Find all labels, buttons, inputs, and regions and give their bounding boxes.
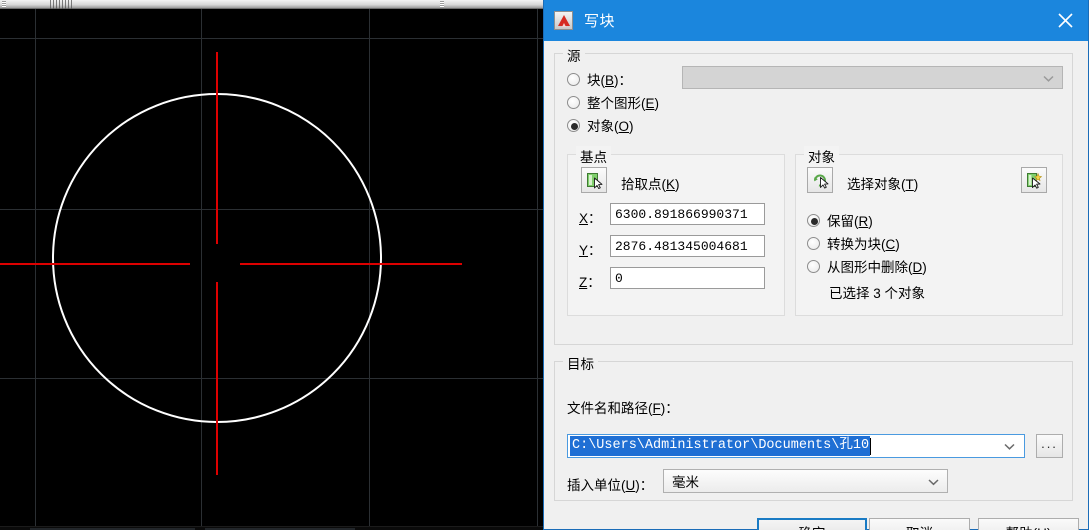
close-icon[interactable]	[1042, 0, 1088, 41]
center-grip-point[interactable]	[208, 255, 226, 273]
ok-button[interactable]: 确定	[757, 518, 867, 530]
selection-status-text: 已选择 3 个对象	[829, 286, 926, 301]
help-button[interactable]: 帮助(H)	[978, 518, 1079, 530]
write-block-dialog: 写块 源 块(B)： 整个图形(E) 对象(O) 基点 拾取点(K) X： 63…	[543, 0, 1089, 530]
basepoint-x-label: X：	[579, 211, 602, 226]
grid-line	[35, 0, 36, 530]
toolbar-grip[interactable]	[440, 1, 444, 8]
text-caret	[870, 437, 872, 455]
destination-group-legend: 目标	[563, 353, 598, 373]
destination-group: 目标 文件名和路径(F)： C:\Users\Administrator\Doc…	[554, 353, 1073, 501]
block-name-dropdown[interactable]	[682, 66, 1063, 89]
radio-label: 从图形中删除(D)	[827, 260, 927, 275]
dialog-titlebar[interactable]: 写块	[544, 0, 1088, 41]
grid-line	[537, 0, 538, 530]
basepoint-group: 基点 拾取点(K) X： 6300.891866990371 Y： 2876.4…	[567, 146, 785, 316]
source-group: 源 块(B)： 整个图形(E) 对象(O) 基点 拾取点(K) X： 6300.…	[554, 45, 1073, 345]
radio-label: 块(B)：	[587, 73, 633, 88]
objects-group-legend: 对象	[804, 146, 839, 166]
radio-label: 对象(O)	[587, 119, 634, 134]
quick-select-icon-button[interactable]	[1021, 167, 1047, 193]
center-line-horizontal-right[interactable]	[240, 263, 462, 265]
radio-indicator	[567, 72, 580, 86]
toolbar-grip[interactable]	[2, 1, 6, 8]
radio-label: 转换为块(C)	[827, 237, 900, 252]
toolbar-items[interactable]	[50, 0, 72, 9]
objects-group: 对象 选择对象(T) 保留(R) 转换为块(C) 从图形中删除(D) 已选择 3…	[795, 146, 1063, 316]
insert-units-value: 毫米	[672, 475, 699, 490]
cancel-button[interactable]: 取消	[869, 518, 970, 530]
basepoint-z-input[interactable]: 0	[610, 267, 765, 289]
insert-units-dropdown[interactable]: 毫米	[663, 469, 948, 493]
radio-label: 整个图形(E)	[587, 96, 660, 111]
radio-indicator	[567, 118, 580, 132]
insert-units-label: 插入单位(U)：	[567, 478, 654, 493]
center-line-horizontal-left[interactable]	[0, 263, 190, 265]
cad-toolbar[interactable]	[0, 0, 545, 9]
select-objects-label[interactable]: 选择对象(T)	[847, 173, 918, 193]
pick-point-icon-button[interactable]	[581, 167, 607, 193]
source-group-legend: 源	[563, 45, 585, 65]
center-line-vertical-bottom[interactable]	[216, 282, 218, 475]
chevron-down-icon	[928, 474, 939, 489]
filename-label: 文件名和路径(F)：	[567, 401, 679, 416]
filename-path-combobox[interactable]: C:\Users\Administrator\Documents\孔10	[567, 434, 1025, 458]
center-line-vertical-top[interactable]	[216, 52, 218, 244]
basepoint-x-input[interactable]: 6300.891866990371	[610, 203, 765, 225]
autocad-drawing-canvas[interactable]	[0, 0, 545, 530]
chevron-down-icon[interactable]	[1004, 437, 1015, 455]
radio-source-entire-drawing[interactable]: 整个图形(E)	[567, 92, 659, 112]
pick-point-label[interactable]: 拾取点(K)	[621, 173, 680, 193]
radio-objects-convert-to-block[interactable]: 转换为块(C)	[807, 233, 900, 253]
dialog-title: 写块	[584, 13, 616, 30]
basepoint-z-label: Z：	[579, 275, 601, 290]
basepoint-y-input[interactable]: 2876.481345004681	[610, 235, 765, 257]
radio-indicator	[567, 95, 580, 109]
autocad-logo-icon	[554, 11, 573, 30]
radio-source-block[interactable]: 块(B)：	[567, 69, 632, 89]
filename-path-value[interactable]: C:\Users\Administrator\Documents\孔10	[570, 436, 871, 456]
radio-indicator	[807, 259, 820, 273]
basepoint-group-legend: 基点	[576, 146, 611, 166]
radio-indicator	[807, 236, 820, 250]
basepoint-y-label: Y：	[579, 243, 602, 258]
browse-button[interactable]: ...	[1036, 434, 1063, 458]
radio-objects-retain[interactable]: 保留(R)	[807, 210, 873, 230]
radio-objects-delete-from-drawing[interactable]: 从图形中删除(D)	[807, 256, 927, 276]
grid-line	[0, 38, 545, 39]
radio-indicator	[807, 213, 820, 227]
chevron-down-icon	[1043, 69, 1054, 87]
radio-source-objects[interactable]: 对象(O)	[567, 115, 634, 135]
select-objects-icon-button[interactable]	[807, 167, 833, 193]
radio-label: 保留(R)	[827, 214, 873, 229]
cad-status-strip	[0, 526, 545, 530]
